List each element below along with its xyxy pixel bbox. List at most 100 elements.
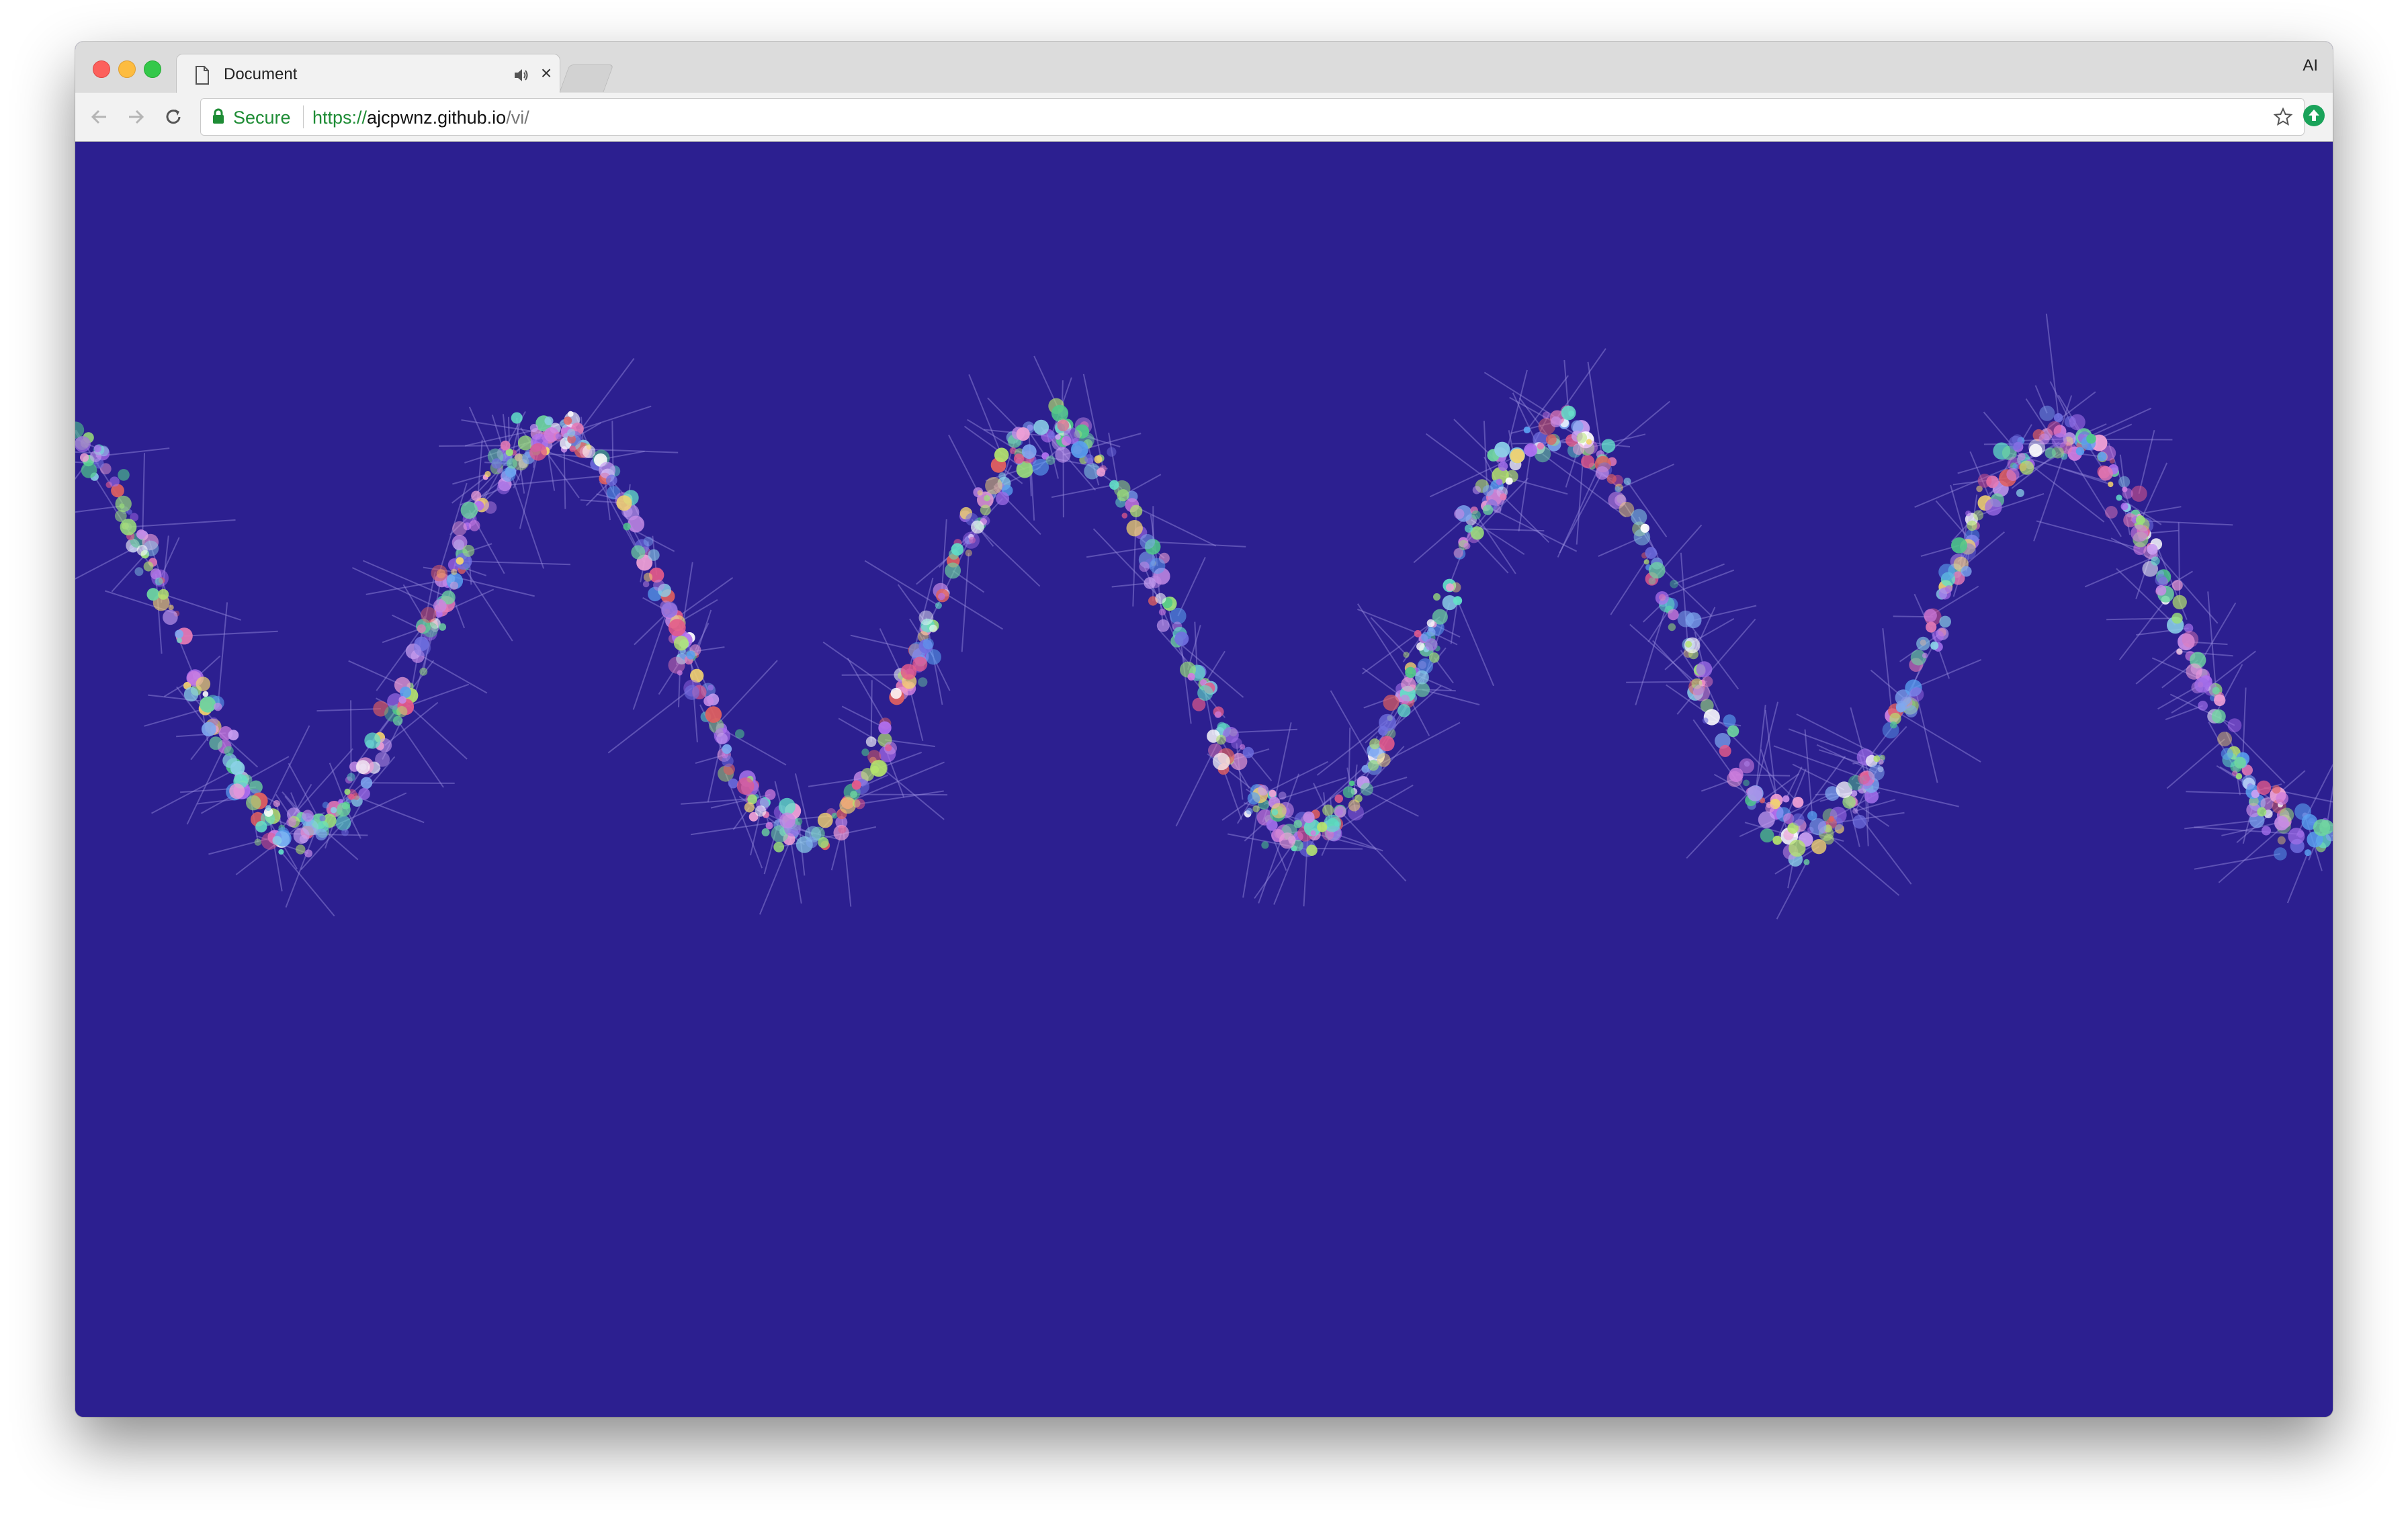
particle (996, 492, 1010, 505)
secure-label: Secure (233, 107, 291, 128)
star-icon[interactable] (2273, 107, 2293, 127)
particle (273, 799, 280, 808)
particle (1033, 419, 1049, 435)
particle (93, 445, 101, 453)
particle (2288, 828, 2305, 845)
particle (347, 773, 355, 782)
particle (1623, 478, 1631, 485)
new-tab-button[interactable] (559, 64, 614, 92)
url-scheme: https:// (312, 107, 368, 128)
particle (358, 787, 370, 800)
back-arrow-icon[interactable] (87, 105, 112, 129)
particle (2276, 792, 2289, 805)
particle (2172, 595, 2187, 610)
close-icon[interactable]: × (537, 64, 556, 83)
particle (255, 821, 267, 833)
speaker-icon[interactable] (513, 67, 530, 84)
particle (136, 545, 148, 556)
particle (1415, 682, 1430, 697)
particle (2069, 414, 2086, 431)
window-minimize-button[interactable] (118, 60, 136, 78)
particle (1047, 431, 1056, 439)
forward-arrow-icon[interactable] (124, 105, 148, 129)
particle (1852, 814, 1867, 829)
particle (851, 780, 861, 790)
particle (1803, 859, 1810, 865)
particle (1909, 687, 1924, 702)
particle (1377, 753, 1391, 767)
address-bar[interactable]: Secure https://ajcpwnz.github.io/vi/ (200, 98, 2305, 136)
particle (1572, 443, 1585, 455)
particle (567, 429, 576, 437)
particle (569, 445, 576, 452)
particle (1051, 404, 1069, 422)
extension-icon[interactable] (2300, 102, 2327, 129)
particle (1117, 489, 1129, 502)
particle (1719, 744, 1731, 757)
particle (360, 777, 373, 789)
particle (511, 412, 523, 424)
particle (661, 601, 678, 618)
particle (1472, 486, 1481, 494)
particle (1258, 785, 1269, 796)
particle (293, 827, 310, 844)
particle (1464, 524, 1473, 533)
url-host: ajcpwnz.github.io (367, 107, 507, 128)
reload-icon[interactable] (161, 105, 185, 129)
particle (890, 687, 902, 699)
particle (462, 544, 475, 557)
browser-window: Document × AI Secure https://ajcpwnz.git… (75, 42, 2333, 1417)
particle (2211, 709, 2226, 724)
particle (1648, 562, 1666, 579)
particle (1696, 661, 1713, 678)
particle (364, 732, 381, 749)
profile-label[interactable]: AI (2303, 56, 2318, 75)
particle (134, 567, 144, 576)
particle (1239, 744, 1246, 750)
particle (1415, 670, 1429, 685)
particle (2120, 503, 2128, 511)
particle (417, 624, 426, 634)
particle (1021, 444, 1037, 460)
url-path: /vi/ (506, 107, 529, 128)
particle (951, 543, 964, 556)
particle (209, 736, 223, 750)
particle (1405, 666, 1416, 679)
particle (201, 722, 216, 737)
particle (155, 577, 163, 586)
url-text[interactable]: https://ajcpwnz.github.io/vi/ (312, 107, 529, 128)
particle (2155, 574, 2167, 586)
particle (75, 436, 91, 453)
window-close-button[interactable] (93, 60, 110, 78)
particle (1668, 623, 1676, 631)
particle (214, 702, 222, 711)
particle (1149, 558, 1166, 574)
particle (643, 572, 653, 582)
particle (278, 849, 284, 855)
particle (929, 624, 937, 633)
particle (722, 744, 732, 754)
particle (341, 828, 349, 836)
particle (1545, 434, 1557, 445)
particle (2086, 433, 2096, 444)
particle (1924, 609, 1937, 623)
particle (1965, 510, 1971, 517)
particle (471, 490, 482, 501)
tab-document[interactable]: Document × (176, 54, 560, 95)
particle (438, 623, 447, 631)
particle (918, 610, 934, 625)
particle (2274, 816, 2289, 831)
particle (1595, 466, 1609, 480)
particle (286, 817, 296, 827)
particle (1197, 685, 1213, 701)
particle (865, 736, 877, 747)
particle (1926, 621, 1937, 633)
particle (806, 836, 818, 848)
window-maximize-button[interactable] (144, 60, 161, 78)
toolbar: Secure https://ajcpwnz.github.io/vi/ (75, 93, 2333, 142)
particle (1348, 780, 1355, 787)
particle (1723, 714, 1736, 728)
particle (818, 837, 829, 848)
particle (1561, 405, 1576, 421)
particle (1454, 509, 1465, 519)
